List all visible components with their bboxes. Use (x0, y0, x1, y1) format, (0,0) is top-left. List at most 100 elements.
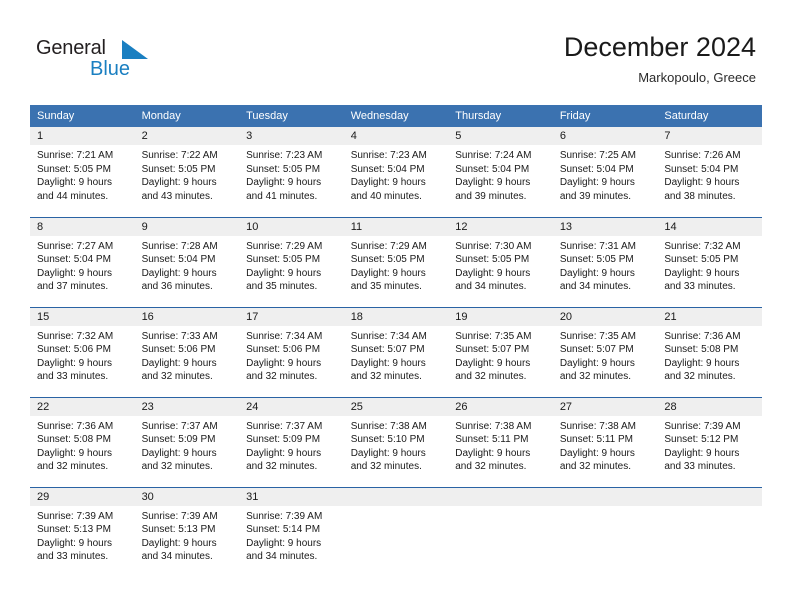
daylight-text-line1: Daylight: 9 hours (350, 357, 426, 369)
daylight-text-line2: and 37 minutes. (37, 281, 109, 292)
calendar-week-row: 29 Sunrise: 7:39 AM Sunset: 5:13 PM Dayligh… (30, 486, 762, 577)
calendar-day-cell[interactable]: 18 Sunrise: 7:34 AM Sunset: 5:07 PM Dayligh… (343, 306, 449, 397)
calendar-day-cell[interactable]: 23 Sunrise: 7:37 AM Sunset: 5:09 PM Dayligh… (134, 396, 240, 487)
calendar-day-cell[interactable]: 13 Sunrise: 7:31 AM Sunset: 5:05 PM Dayligh… (552, 216, 658, 307)
calendar-week-row: 8 Sunrise: 7:27 AM Sunset: 5:04 PM Daylight… (30, 216, 762, 307)
calendar-day-cell[interactable]: 25 Sunrise: 7:38 AM Sunset: 5:10 PM Dayligh… (343, 396, 449, 487)
daylight-text-line2: and 32 minutes. (664, 371, 736, 382)
daylight-text-line2: and 33 minutes. (664, 281, 736, 292)
page-subtitle: Markopoulo, Greece (638, 70, 756, 85)
calendar-day-cell[interactable]: 15 Sunrise: 7:32 AM Sunset: 5:06 PM Dayligh… (30, 306, 135, 397)
sunrise-text: Sunrise: 7:39 AM (37, 510, 114, 522)
day-number: 6 (552, 127, 658, 145)
sunrise-text: Sunrise: 7:28 AM (141, 240, 218, 252)
sunrise-text: Sunrise: 7:34 AM (246, 330, 323, 342)
day-info: Sunrise: 7:23 AM Sunset: 5:04 PM Daylight:… (344, 145, 449, 203)
daylight-text-line2: and 39 minutes. (455, 190, 527, 202)
daylight-text-line2: and 33 minutes. (664, 461, 736, 472)
calendar-day-cell[interactable]: 22 Sunrise: 7:36 AM Sunset: 5:08 PM Dayligh… (30, 396, 135, 487)
calendar-day-cell[interactable]: 2 Sunrise: 7:22 AM Sunset: 5:05 PM Daylight… (134, 127, 240, 217)
sunrise-text: Sunrise: 7:35 AM (559, 330, 636, 342)
calendar-week-row: 22 Sunrise: 7:36 AM Sunset: 5:08 PM Dayligh… (30, 396, 762, 487)
day-number: 16 (134, 307, 240, 326)
day-number: 12 (448, 217, 553, 236)
daylight-text-line1: Daylight: 9 hours (559, 357, 635, 369)
sunset-text: Sunset: 5:09 PM (141, 434, 216, 445)
calendar-day-cell[interactable]: 5 Sunrise: 7:24 AM Sunset: 5:04 PM Daylight… (448, 127, 553, 217)
calendar-day-cell[interactable]: 31 Sunrise: 7:39 AM Sunset: 5:14 PM Dayligh… (239, 486, 344, 577)
calendar-week-row: 15 Sunrise: 7:32 AM Sunset: 5:06 PM Dayligh… (30, 306, 762, 397)
sunset-text: Sunset: 5:05 PM (664, 254, 739, 265)
sunset-text: Sunset: 5:05 PM (37, 163, 111, 175)
daylight-text-line1: Daylight: 9 hours (37, 447, 113, 459)
daylight-text-line2: and 32 minutes. (559, 461, 631, 472)
daylight-text-line2: and 36 minutes. (141, 281, 213, 292)
day-number: 5 (448, 127, 553, 145)
daylight-text-line2: and 32 minutes. (559, 371, 631, 382)
calendar-day-cell[interactable]: 3 Sunrise: 7:23 AM Sunset: 5:05 PM Daylight… (239, 127, 344, 217)
daylight-text-line2: and 32 minutes. (350, 371, 422, 382)
sunset-text: Sunset: 5:09 PM (246, 434, 321, 445)
sunrise-text: Sunrise: 7:29 AM (246, 240, 323, 252)
calendar-day-cell[interactable]: 4 Sunrise: 7:23 AM Sunset: 5:04 PM Daylight… (343, 127, 449, 217)
day-info: Sunrise: 7:23 AM Sunset: 5:05 PM Daylight:… (239, 145, 344, 203)
daylight-text-line1: Daylight: 9 hours (455, 177, 531, 188)
sunrise-text: Sunrise: 7:37 AM (141, 420, 218, 432)
calendar-day-cell[interactable]: 28 Sunrise: 7:39 AM Sunset: 5:12 PM Dayligh… (657, 396, 762, 487)
day-info: Sunrise: 7:37 AM Sunset: 5:09 PM Daylight:… (239, 416, 344, 474)
day-info: Sunrise: 7:38 AM Sunset: 5:11 PM Daylight:… (553, 416, 658, 474)
calendar-day-cell[interactable]: 16 Sunrise: 7:33 AM Sunset: 5:06 PM Dayligh… (134, 306, 240, 397)
calendar-day-cell[interactable]: 14 Sunrise: 7:32 AM Sunset: 5:05 PM Dayligh… (657, 216, 762, 307)
daylight-text-line2: and 33 minutes. (37, 371, 109, 382)
day-info: Sunrise: 7:31 AM Sunset: 5:05 PM Daylight:… (553, 236, 658, 294)
daylight-text-line2: and 34 minutes. (455, 281, 527, 292)
sunrise-text: Sunrise: 7:22 AM (141, 150, 218, 161)
calendar-day-cell[interactable]: 19 Sunrise: 7:35 AM Sunset: 5:07 PM Dayligh… (448, 306, 553, 397)
calendar-day-cell[interactable]: 27 Sunrise: 7:38 AM Sunset: 5:11 PM Dayligh… (552, 396, 658, 487)
day-number: 19 (448, 307, 553, 326)
day-info: Sunrise: 7:39 AM Sunset: 5:13 PM Daylight:… (135, 506, 240, 564)
calendar-day-cell[interactable]: 20 Sunrise: 7:35 AM Sunset: 5:07 PM Dayligh… (552, 306, 658, 397)
calendar-day-cell[interactable]: 7 Sunrise: 7:26 AM Sunset: 5:04 PM Daylight… (657, 127, 762, 217)
sunrise-text: Sunrise: 7:34 AM (350, 330, 427, 342)
calendar-day-cell[interactable]: 26 Sunrise: 7:38 AM Sunset: 5:11 PM Dayligh… (448, 396, 553, 487)
calendar-day-cell[interactable]: 8 Sunrise: 7:27 AM Sunset: 5:04 PM Daylight… (30, 216, 135, 307)
day-number: 21 (657, 307, 762, 326)
daylight-text-line1: Daylight: 9 hours (37, 537, 113, 549)
day-number: 26 (448, 397, 553, 416)
calendar-day-cell[interactable]: 1 Sunrise: 7:21 AM Sunset: 5:05 PM Daylight… (30, 127, 135, 217)
calendar-day-cell[interactable]: 6 Sunrise: 7:25 AM Sunset: 5:04 PM Daylight… (552, 127, 658, 217)
brand-logo[interactable]: General Blue (36, 36, 148, 84)
calendar-day-cell[interactable]: 11 Sunrise: 7:29 AM Sunset: 5:05 PM Dayligh… (343, 216, 449, 307)
calendar-day-cell[interactable]: 10 Sunrise: 7:29 AM Sunset: 5:05 PM Dayligh… (239, 216, 344, 307)
day-info: Sunrise: 7:27 AM Sunset: 5:04 PM Daylight:… (30, 236, 135, 294)
weekday-header-sunday: Sunday (30, 105, 135, 127)
daylight-text-line1: Daylight: 9 hours (141, 267, 217, 279)
calendar-day-cell[interactable]: 24 Sunrise: 7:37 AM Sunset: 5:09 PM Dayligh… (239, 396, 344, 487)
day-info: Sunrise: 7:38 AM Sunset: 5:11 PM Daylight:… (448, 416, 553, 474)
calendar-day-cell[interactable]: 21 Sunrise: 7:36 AM Sunset: 5:08 PM Dayligh… (657, 306, 762, 397)
day-info: Sunrise: 7:36 AM Sunset: 5:08 PM Daylight:… (657, 326, 762, 384)
sunrise-text: Sunrise: 7:30 AM (455, 240, 532, 252)
daylight-text-line1: Daylight: 9 hours (246, 537, 322, 549)
sunrise-text: Sunrise: 7:35 AM (455, 330, 532, 342)
sunrise-text: Sunrise: 7:32 AM (37, 330, 114, 342)
day-number: 1 (30, 127, 135, 145)
calendar-day-cell[interactable]: 12 Sunrise: 7:30 AM Sunset: 5:05 PM Dayligh… (448, 216, 553, 307)
calendar-day-cell[interactable]: 17 Sunrise: 7:34 AM Sunset: 5:06 PM Dayligh… (239, 306, 344, 397)
sunrise-text: Sunrise: 7:29 AM (350, 240, 427, 252)
daylight-text-line1: Daylight: 9 hours (246, 447, 322, 459)
sunset-text: Sunset: 5:04 PM (559, 163, 634, 175)
day-info: Sunrise: 7:29 AM Sunset: 5:05 PM Daylight:… (239, 236, 344, 294)
sunset-text: Sunset: 5:05 PM (559, 254, 634, 265)
calendar-day-cell[interactable]: 29 Sunrise: 7:39 AM Sunset: 5:13 PM Dayligh… (30, 486, 135, 577)
daylight-text-line1: Daylight: 9 hours (559, 447, 635, 459)
calendar-page: General Blue December 2024 Markopoulo, G… (0, 0, 792, 612)
sunset-text: Sunset: 5:07 PM (350, 344, 425, 355)
day-number: 28 (657, 397, 762, 416)
weekday-header-saturday: Saturday (657, 105, 762, 127)
calendar-day-cell[interactable]: 30 Sunrise: 7:39 AM Sunset: 5:13 PM Dayligh… (134, 486, 240, 577)
calendar-day-cell[interactable]: 9 Sunrise: 7:28 AM Sunset: 5:04 PM Daylight… (134, 216, 240, 307)
weekday-header-wednesday: Wednesday (343, 105, 449, 127)
day-info: Sunrise: 7:39 AM Sunset: 5:14 PM Daylight:… (239, 506, 344, 564)
